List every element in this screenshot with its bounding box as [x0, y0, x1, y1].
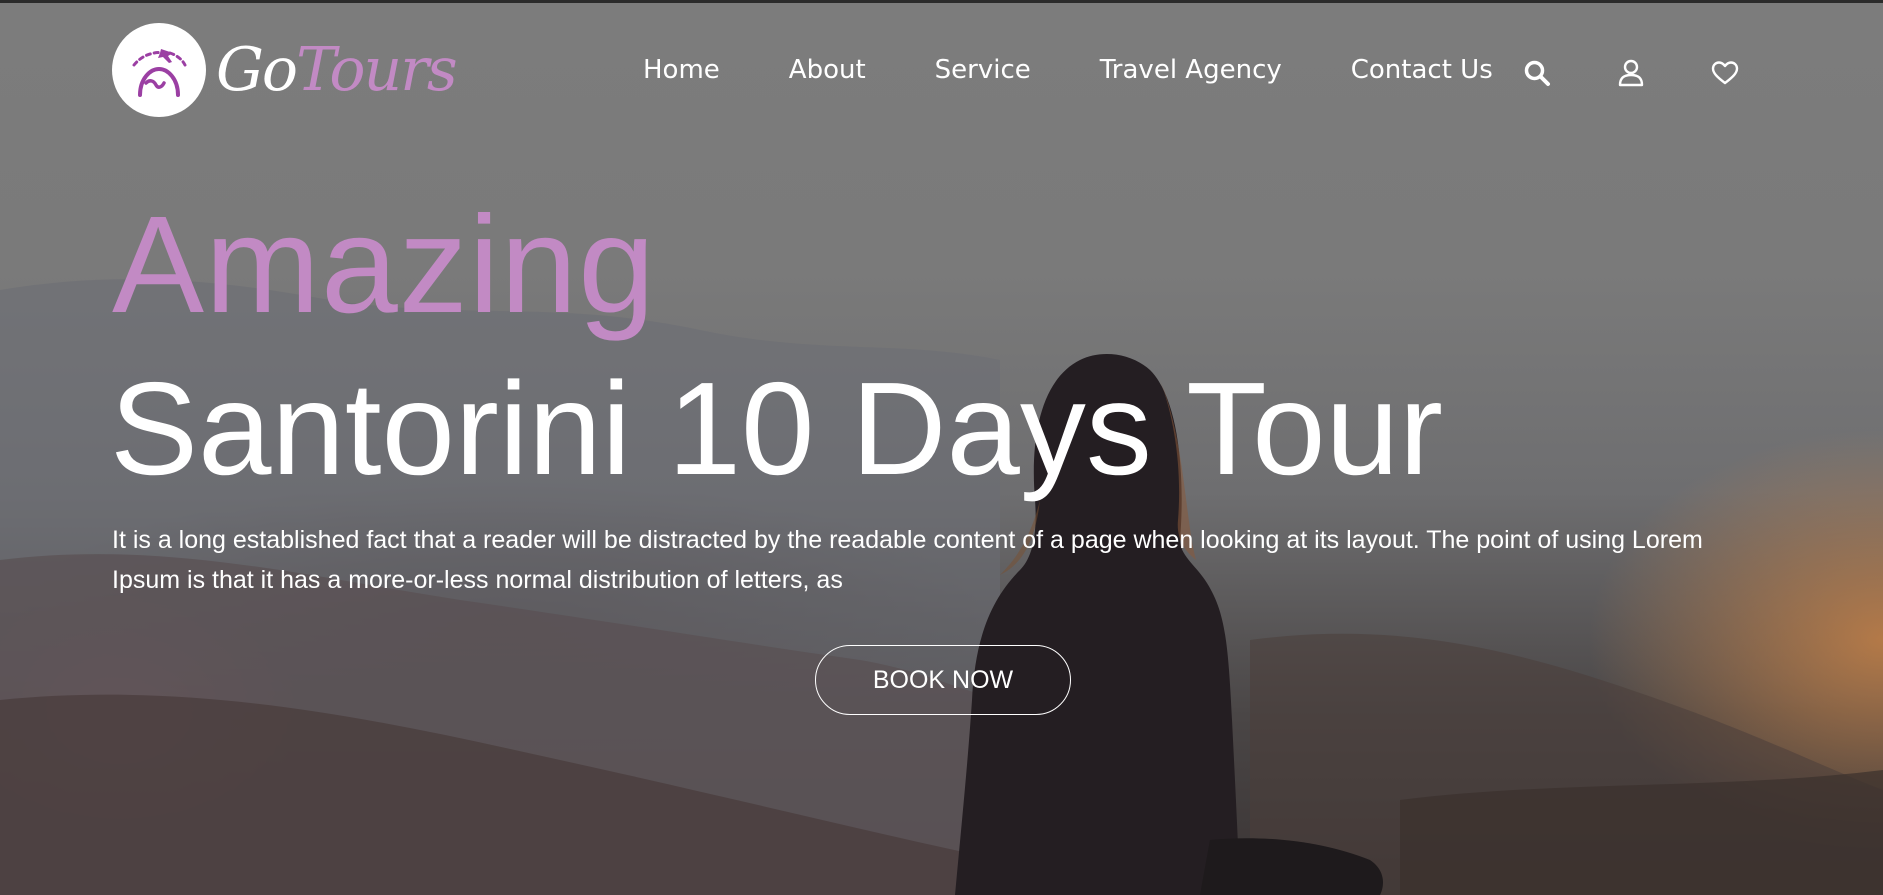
brand-name-part1: Go	[216, 35, 298, 105]
brand-name-part2: Tours	[296, 35, 458, 105]
hero-title: Santorini 10 Days Tour	[110, 355, 1443, 502]
nav-item-contact-us[interactable]: Contact Us	[1351, 55, 1493, 85]
book-now-button[interactable]: BOOK NOW	[815, 645, 1071, 715]
airplane-globe-icon	[112, 23, 206, 117]
brand-wordmark: GoTours	[216, 40, 458, 100]
nav-item-travel-agency[interactable]: Travel Agency	[1100, 55, 1282, 85]
user-icon[interactable]	[1616, 58, 1646, 88]
nav-item-service[interactable]: Service	[935, 55, 1031, 85]
nav-item-about[interactable]: About	[789, 55, 866, 85]
site-header: GoTours Home About Service Travel Agency…	[0, 3, 1883, 143]
search-icon[interactable]	[1522, 58, 1552, 88]
hero-description: It is a long established fact that a rea…	[112, 526, 1703, 594]
main-nav: Home About Service Travel Agency Contact…	[643, 55, 1493, 85]
hero-eyebrow: Amazing	[112, 188, 656, 342]
header-actions	[1522, 58, 1740, 88]
hero-section: GoTours Home About Service Travel Agency…	[0, 0, 1883, 895]
nav-item-home[interactable]: Home	[643, 55, 720, 85]
heart-icon[interactable]	[1710, 58, 1740, 88]
brand-logo[interactable]: GoTours	[112, 23, 458, 117]
